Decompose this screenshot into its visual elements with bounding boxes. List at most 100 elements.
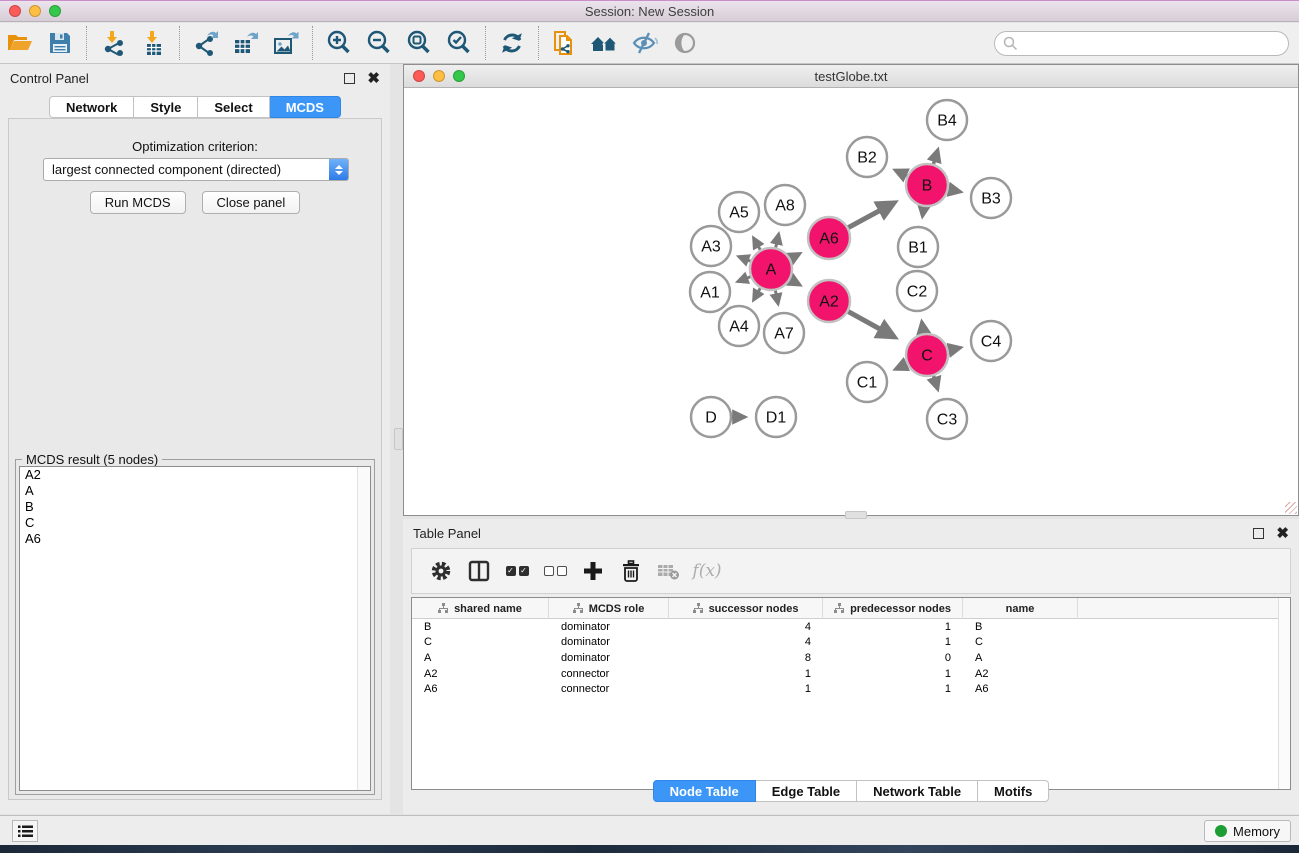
- node-A7[interactable]: A7: [764, 313, 804, 353]
- network-canvas[interactable]: B4B2BB3A5A8A6B1A3AA1C2A2A4A7C4CC1C3DD1: [404, 88, 1298, 515]
- column-header-name[interactable]: name: [963, 598, 1078, 619]
- edge-A-A7[interactable]: [775, 291, 778, 304]
- edge-A6-B[interactable]: [848, 203, 894, 228]
- edge-B-B3[interactable]: [949, 189, 961, 191]
- tab-style[interactable]: Style: [134, 96, 198, 118]
- edge-A-A8[interactable]: [776, 234, 779, 248]
- zoom-out-button[interactable]: [359, 25, 399, 61]
- hide-selected-button[interactable]: [625, 25, 665, 61]
- zoom-in-button[interactable]: [319, 25, 359, 61]
- node-B2[interactable]: B2: [847, 137, 887, 177]
- edge-C-C2[interactable]: [922, 322, 924, 333]
- tab-mcds[interactable]: MCDS: [270, 96, 341, 118]
- node-C4[interactable]: C4: [971, 321, 1011, 361]
- edge-A-A4[interactable]: [753, 288, 760, 300]
- edge-C-C4[interactable]: [948, 348, 960, 351]
- node-B4[interactable]: B4: [927, 100, 967, 140]
- deselect-all-button[interactable]: [536, 551, 574, 591]
- select-all-button[interactable]: ✓✓: [498, 551, 536, 591]
- node-A6[interactable]: A6: [808, 217, 850, 259]
- tab-edge-table[interactable]: Edge Table: [756, 780, 857, 802]
- search-input[interactable]: [1023, 36, 1288, 51]
- window-resize-grip[interactable]: [1285, 502, 1297, 514]
- edge-A-A5[interactable]: [753, 238, 760, 250]
- edge-A2-C[interactable]: [848, 312, 894, 338]
- node-A1[interactable]: A1: [690, 272, 730, 312]
- column-header-predecessor-nodes[interactable]: predecessor nodes: [823, 598, 963, 619]
- export-network-button[interactable]: [186, 25, 226, 61]
- zoom-selected-button[interactable]: [439, 25, 479, 61]
- edge-B-B1[interactable]: [922, 207, 923, 216]
- refresh-layout-button[interactable]: [492, 25, 532, 61]
- result-list-item[interactable]: A2: [20, 467, 370, 483]
- vertical-splitter-grip[interactable]: [394, 428, 403, 450]
- result-list-item[interactable]: B: [20, 499, 370, 515]
- node-C3[interactable]: C3: [927, 399, 967, 439]
- node-A[interactable]: A: [750, 248, 792, 290]
- export-table-button[interactable]: [226, 25, 266, 61]
- delete-table-button[interactable]: [650, 551, 688, 591]
- table-options-button[interactable]: [422, 551, 460, 591]
- tab-select[interactable]: Select: [198, 96, 269, 118]
- function-builder-button[interactable]: f(x): [688, 551, 726, 591]
- show-columns-button[interactable]: [460, 551, 498, 591]
- node-B[interactable]: B: [906, 164, 948, 206]
- table-row[interactable]: Bdominator41B: [412, 619, 1290, 635]
- node-A8[interactable]: A8: [765, 185, 805, 225]
- result-scrollbar[interactable]: [357, 467, 370, 790]
- edge-B-B4[interactable]: [933, 150, 937, 164]
- node-A2[interactable]: A2: [808, 280, 850, 322]
- first-neighbors-button[interactable]: [585, 25, 625, 61]
- node-A5[interactable]: A5: [719, 192, 759, 232]
- node-C[interactable]: C: [906, 334, 948, 376]
- run-mcds-button[interactable]: Run MCDS: [90, 191, 186, 214]
- close-panel-icon[interactable]: ✖: [367, 73, 380, 84]
- close-panel-button[interactable]: Close panel: [202, 191, 301, 214]
- edge-A-A3[interactable]: [739, 257, 751, 262]
- edge-C-C3[interactable]: [934, 376, 938, 389]
- column-header-successor-nodes[interactable]: successor nodes: [669, 598, 823, 619]
- import-network-button[interactable]: [93, 25, 133, 61]
- search-field[interactable]: [994, 31, 1289, 56]
- table-row[interactable]: A6connector11A6: [412, 681, 1290, 697]
- clone-network-button[interactable]: [545, 25, 585, 61]
- column-header-MCDS-role[interactable]: MCDS role: [549, 598, 669, 619]
- float-table-panel-icon[interactable]: [1253, 528, 1264, 539]
- tab-network[interactable]: Network: [49, 96, 134, 118]
- memory-button[interactable]: Memory: [1204, 820, 1291, 842]
- show-all-button[interactable]: [665, 25, 705, 61]
- result-list-item[interactable]: A: [20, 483, 370, 499]
- tab-motifs[interactable]: Motifs: [978, 780, 1049, 802]
- node-D1[interactable]: D1: [756, 397, 796, 437]
- node-B1[interactable]: B1: [898, 227, 938, 267]
- add-row-button[interactable]: [574, 551, 612, 591]
- export-image-button[interactable]: [266, 25, 306, 61]
- import-table-button[interactable]: [133, 25, 173, 61]
- result-list-item[interactable]: C: [20, 515, 370, 531]
- tab-node-table[interactable]: Node Table: [653, 780, 756, 802]
- edge-B-B2[interactable]: [895, 170, 907, 176]
- save-session-button[interactable]: [40, 25, 80, 61]
- edge-A-A2[interactable]: [790, 280, 799, 285]
- table-row[interactable]: Adominator80A: [412, 650, 1290, 666]
- network-window-titlebar[interactable]: testGlobe.txt: [404, 65, 1298, 88]
- node-B3[interactable]: B3: [971, 178, 1011, 218]
- column-header-shared-name[interactable]: shared name: [412, 598, 549, 619]
- edge-C-C1[interactable]: [895, 364, 906, 369]
- float-panel-icon[interactable]: [344, 73, 355, 84]
- node-A4[interactable]: A4: [719, 306, 759, 346]
- delete-row-button[interactable]: [612, 551, 650, 591]
- edge-A-A6[interactable]: [790, 254, 799, 259]
- close-table-panel-icon[interactable]: ✖: [1276, 528, 1289, 539]
- task-history-button[interactable]: [12, 820, 38, 842]
- table-row[interactable]: A2connector11A2: [412, 666, 1290, 682]
- criterion-dropdown[interactable]: largest connected component (directed): [43, 158, 349, 181]
- node-D[interactable]: D: [691, 397, 731, 437]
- edge-A-A1[interactable]: [738, 277, 751, 282]
- result-list-item[interactable]: A6: [20, 531, 370, 547]
- zoom-fit-button[interactable]: [399, 25, 439, 61]
- node-C1[interactable]: C1: [847, 362, 887, 402]
- tab-network-table[interactable]: Network Table: [857, 780, 978, 802]
- table-scrollbar[interactable]: [1278, 598, 1290, 789]
- node-C2[interactable]: C2: [897, 271, 937, 311]
